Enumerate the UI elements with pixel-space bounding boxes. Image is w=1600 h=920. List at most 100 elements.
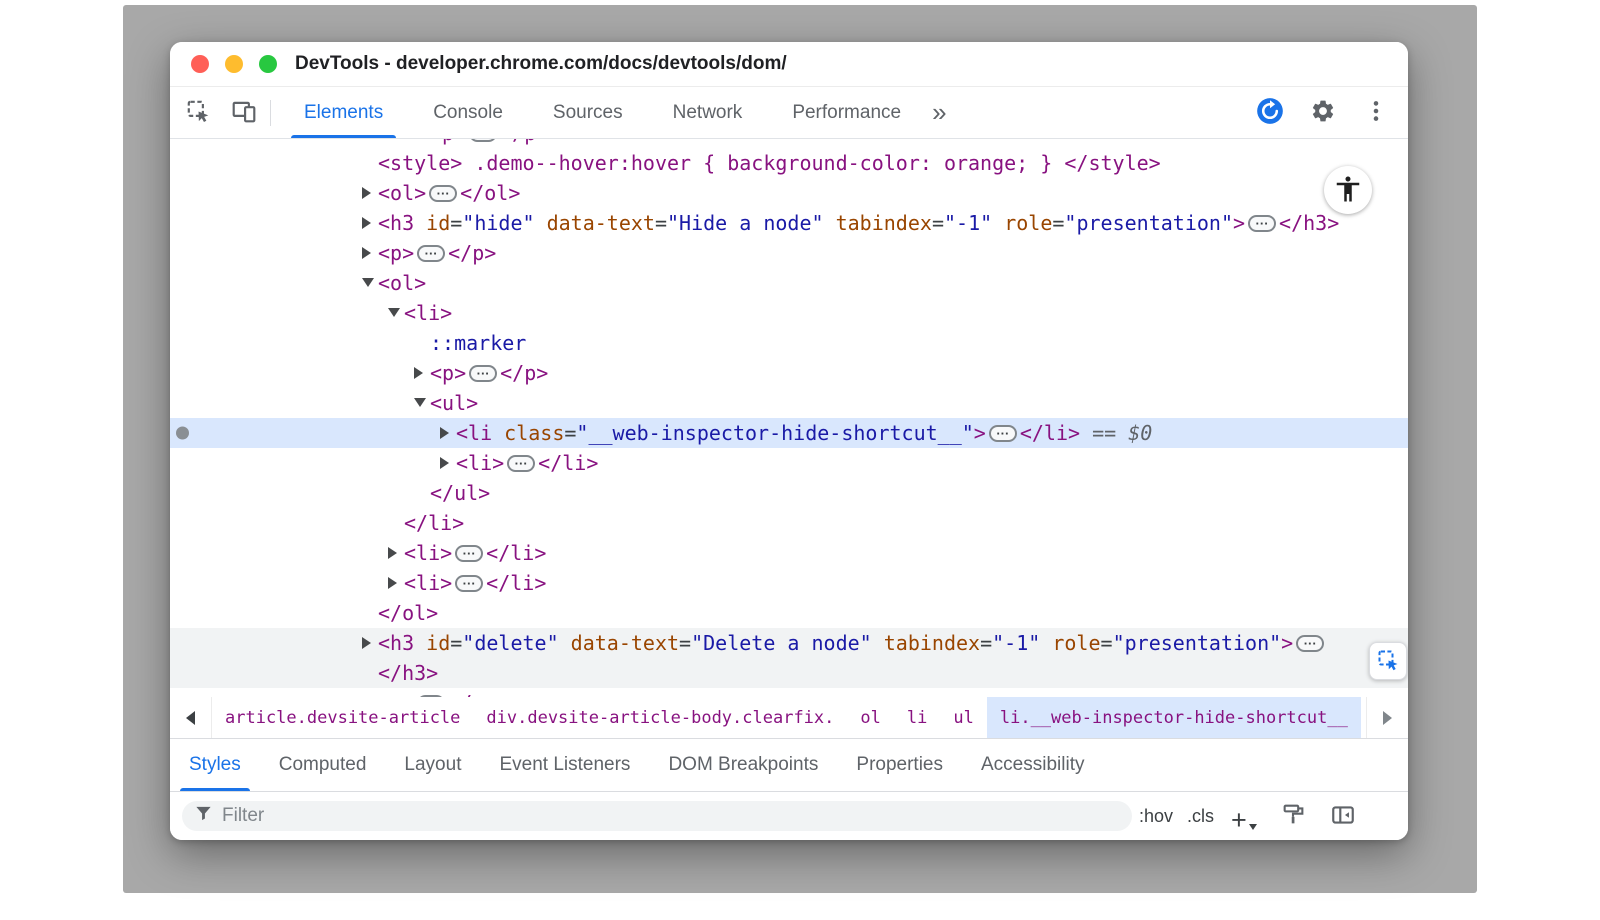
expand-ellipsis-button[interactable] (469, 139, 497, 142)
more-tabs-button[interactable]: » (926, 87, 952, 138)
collapse-arrow-icon[interactable] (414, 388, 430, 418)
code-token-attr: id (414, 631, 450, 655)
code-token-tag: <style> (378, 151, 462, 175)
dom-tree-row[interactable]: <li></li> (170, 568, 1408, 598)
breadcrumb-item[interactable]: div.devsite-article-body.clearfix. (473, 697, 847, 738)
toggle-element-state-button[interactable]: :hov (1132, 800, 1180, 832)
expand-ellipsis-button[interactable] (455, 575, 483, 592)
close-button[interactable] (191, 55, 209, 73)
dom-tree-row[interactable]: <h3 id="hide" data-text="Hide a node" ta… (170, 208, 1408, 238)
expand-ellipsis-button[interactable] (417, 245, 445, 262)
dom-tree-row[interactable]: <li></li> (170, 538, 1408, 568)
sidebar-tab-event-listeners[interactable]: Event Listeners (480, 739, 649, 791)
expand-arrow-icon[interactable] (440, 448, 456, 478)
dom-tree-row[interactable]: <ol> (170, 268, 1408, 298)
tab-performance[interactable]: Performance (767, 87, 926, 138)
expand-ellipsis-button[interactable] (507, 455, 535, 472)
expand-arrow-icon[interactable] (414, 139, 430, 148)
code-token-attr: tabindex (824, 211, 932, 235)
new-style-rule-button[interactable]: + (1231, 800, 1257, 832)
code-token-val: "hide" (462, 211, 534, 235)
code-token-tag: </style> (1064, 151, 1160, 175)
dom-tree-row[interactable]: </ol> (170, 598, 1408, 628)
settings-button[interactable] (1307, 97, 1339, 129)
expand-arrow-icon[interactable] (362, 178, 378, 208)
code-token-tag: <ul> (430, 391, 478, 415)
tab-elements[interactable]: Elements (279, 87, 408, 138)
styles-filter-input[interactable]: Filter (182, 801, 1132, 831)
dom-tree-row[interactable]: <ul> (170, 388, 1408, 418)
expand-arrow-icon[interactable] (440, 418, 456, 448)
dom-tree-row[interactable]: <p></p> (170, 238, 1408, 268)
expand-arrow-icon[interactable] (362, 238, 378, 268)
dom-tree-row[interactable]: <li class="__web-inspector-hide-shortcut… (170, 418, 1408, 448)
more-options-button[interactable] (1360, 97, 1392, 129)
expand-ellipsis-button[interactable] (455, 545, 483, 562)
sidebar-tab-properties[interactable]: Properties (837, 739, 962, 791)
window-titlebar: DevTools - developer.chrome.com/docs/dev… (170, 42, 1408, 87)
code-token-tag: > (1281, 631, 1293, 655)
dom-tree-row[interactable]: </li> (170, 508, 1408, 538)
code-token-tag: </ul> (430, 481, 490, 505)
code-token-tag: > (974, 421, 986, 445)
rendering-emulations-button[interactable] (1281, 800, 1306, 832)
sidebar-tab-layout[interactable]: Layout (385, 739, 480, 791)
expand-arrow-icon[interactable] (388, 568, 404, 598)
dom-tree-row[interactable]: <h3 id="delete" data-text="Delete a node… (170, 628, 1408, 658)
collapse-arrow-icon[interactable] (388, 298, 404, 328)
expand-arrow-icon[interactable] (388, 538, 404, 568)
zoom-button[interactable] (259, 55, 277, 73)
breadcrumb-item[interactable]: article.devsite-article (212, 697, 473, 738)
dom-tree-row[interactable]: <ol></ol> (170, 178, 1408, 208)
code-token-tag: <li> (404, 301, 452, 325)
breadcrumb-item[interactable]: li (894, 697, 940, 738)
accessibility-fab-button[interactable] (1324, 166, 1372, 214)
dom-tree-row[interactable]: <p></p> (170, 358, 1408, 388)
expand-ellipsis-button[interactable] (989, 425, 1017, 442)
collapse-arrow-icon[interactable] (362, 268, 378, 298)
expand-arrow-icon[interactable] (414, 358, 430, 388)
minimize-button[interactable] (225, 55, 243, 73)
tab-console[interactable]: Console (408, 87, 528, 138)
expand-arrow-icon[interactable] (362, 628, 378, 658)
expand-ellipsis-button[interactable] (469, 365, 497, 382)
device-toolbar-icon (231, 98, 257, 127)
breadcrumb-scroll-left-button[interactable] (170, 697, 212, 738)
expand-ellipsis-button[interactable] (429, 185, 457, 202)
dom-tree-row[interactable]: <p></p> (170, 688, 1408, 697)
element-classes-button[interactable]: .cls (1180, 800, 1221, 832)
sidebar-tab-styles[interactable]: Styles (170, 739, 260, 791)
sidebar-tab-dom-breakpoints[interactable]: DOM Breakpoints (649, 739, 837, 791)
sync-button[interactable] (1254, 97, 1286, 129)
expand-ellipsis-button[interactable] (1248, 215, 1276, 232)
inspect-button[interactable] (182, 97, 214, 129)
screenshot-background: DevTools - developer.chrome.com/docs/dev… (123, 5, 1477, 893)
dom-tree-row[interactable]: </ul> (170, 478, 1408, 508)
breadcrumb-item[interactable]: ul (940, 697, 986, 738)
dom-tree-row[interactable]: ::marker (170, 328, 1408, 358)
breadcrumb-scroll-right-button[interactable] (1366, 697, 1408, 738)
dom-tree-row[interactable]: <p></p> (170, 139, 1408, 148)
dom-tree-row[interactable]: <li></li> (170, 448, 1408, 478)
code-token-tag: <p> (378, 241, 414, 265)
dom-tree-row[interactable]: </h3> (170, 658, 1408, 688)
inspect-element-badge-button[interactable] (1369, 642, 1407, 680)
dom-rows: <p></p><style> .demo--hover:hover { back… (170, 139, 1408, 697)
expand-ellipsis-button[interactable] (417, 695, 445, 697)
breadcrumb: article.devsite-articlediv.devsite-artic… (212, 697, 1366, 738)
dom-tree-row[interactable]: <li> (170, 298, 1408, 328)
tab-network[interactable]: Network (648, 87, 768, 138)
sidebar-tab-computed[interactable]: Computed (260, 739, 386, 791)
dom-tree-row[interactable]: <style> .demo--hover:hover { background-… (170, 148, 1408, 178)
code-token-eq: = (450, 211, 462, 235)
expand-ellipsis-button[interactable] (1296, 635, 1324, 652)
expand-arrow-icon[interactable] (362, 208, 378, 238)
code-token-dim: == (1080, 421, 1128, 445)
breadcrumb-item[interactable]: ol (847, 697, 893, 738)
breadcrumb-item[interactable]: li.__web-inspector-hide-shortcut__ (987, 697, 1361, 738)
toggle-sidebar-button[interactable] (1330, 800, 1356, 832)
expand-arrow-icon[interactable] (362, 688, 378, 697)
sidebar-tab-accessibility[interactable]: Accessibility (962, 739, 1103, 791)
tab-sources[interactable]: Sources (528, 87, 648, 138)
device-toolbar-button[interactable] (228, 97, 260, 129)
